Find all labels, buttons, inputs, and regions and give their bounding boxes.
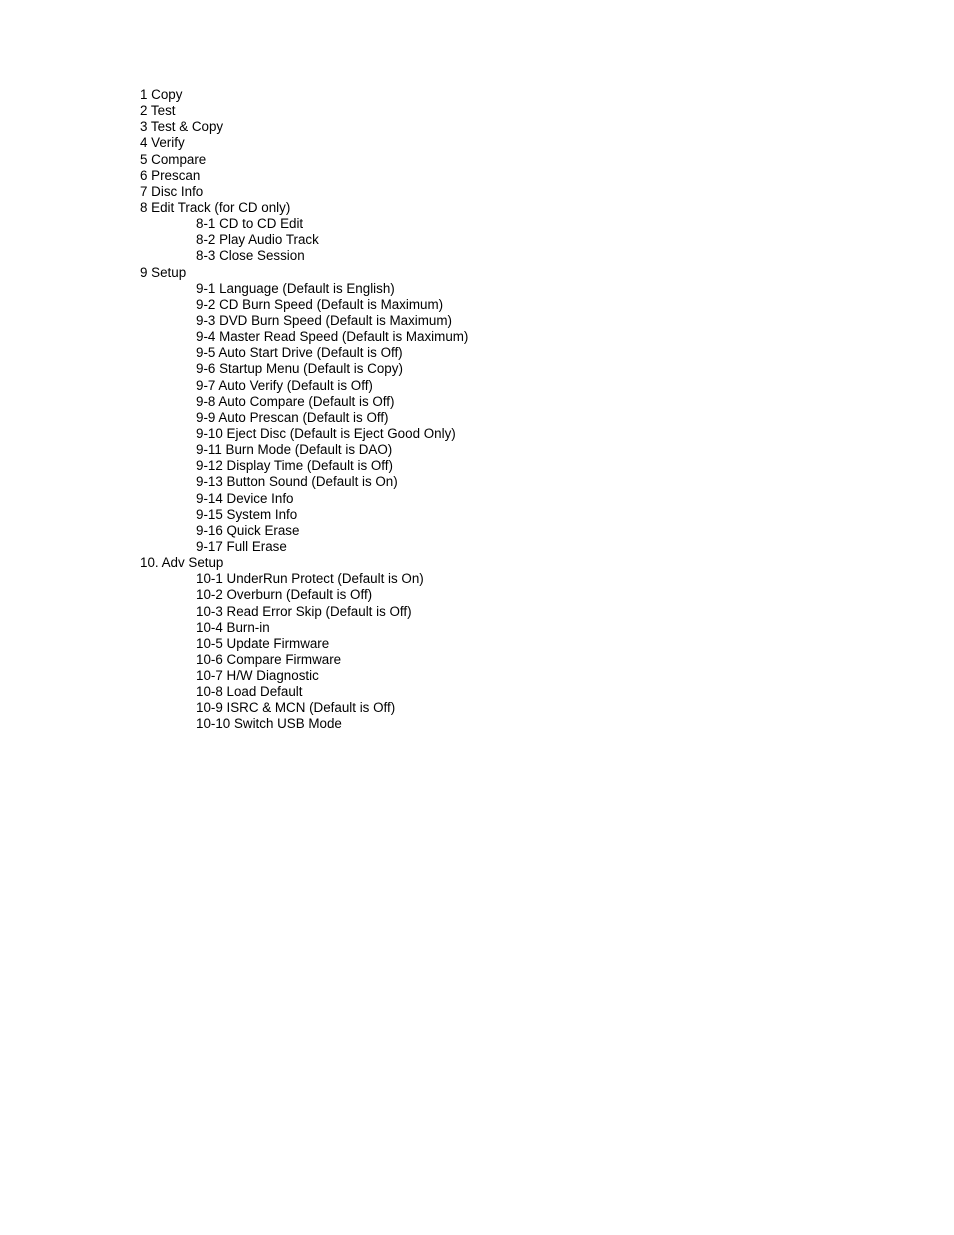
submenu-item: 9-10 Eject Disc (Default is Eject Good O… <box>196 425 456 441</box>
submenu-item: 9-12 Display Time (Default is Off) <box>196 458 393 474</box>
submenu-item: 9-1 Language (Default is English) <box>196 280 395 296</box>
submenu-item: 10-10 Switch USB Mode <box>196 716 342 732</box>
menu-item-adv-setup: 10. Adv Setup <box>140 555 224 571</box>
submenu-item: 9-2 CD Burn Speed (Default is Maximum) <box>196 296 444 312</box>
submenu-item: 9-4 Master Read Speed (Default is Maximu… <box>196 329 469 345</box>
submenu-item: 9-6 Startup Menu (Default is Copy) <box>196 361 403 377</box>
submenu-item: 9-13 Button Sound (Default is On) <box>196 474 398 490</box>
submenu-item: 10-5 Update Firmware <box>196 635 330 651</box>
submenu-item: 8-1 CD to CD Edit <box>196 216 304 232</box>
submenu-item: 9-15 System Info <box>196 506 298 522</box>
submenu-item: 9-16 Quick Erase <box>196 522 300 538</box>
submenu-item: 9-8 Auto Compare (Default is Off) <box>196 393 395 409</box>
submenu-item: 9-7 Auto Verify (Default is Off) <box>196 377 373 393</box>
menu-item-prescan: 6 Prescan <box>140 167 201 183</box>
submenu-item: 9-5 Auto Start Drive (Default is Off) <box>196 345 403 361</box>
menu-item-disc-info: 7 Disc Info <box>140 183 204 199</box>
submenu-item: 10-7 H/W Diagnostic <box>196 668 319 684</box>
submenu-item: 10-9 ISRC & MCN (Default is Off) <box>196 700 396 716</box>
menu-item-verify: 4 Verify <box>140 135 185 151</box>
submenu-item: 9-11 Burn Mode (Default is DAO) <box>196 442 393 458</box>
submenu-item: 10-1 UnderRun Protect (Default is On) <box>196 571 424 587</box>
submenu-item: 9-9 Auto Prescan (Default is Off) <box>196 409 389 425</box>
menu-outline: 1 Copy 2 Test 3 Test & Copy 4 Verify 5 C… <box>140 87 840 733</box>
menu-item-setup: 9 Setup <box>140 264 187 280</box>
menu-item-compare: 5 Compare <box>140 151 207 167</box>
submenu-item: 8-3 Close Session <box>196 248 305 264</box>
submenu-item: 10-4 Burn-in <box>196 619 270 635</box>
menu-item-edit-track: 8 Edit Track (for CD only) <box>140 199 291 215</box>
submenu-item: 8-2 Play Audio Track <box>196 232 319 248</box>
submenu-item: 9-17 Full Erase <box>196 538 287 554</box>
submenu-item: 10-8 Load Default <box>196 684 303 700</box>
menu-item-test-and-copy: 3 Test & Copy <box>140 119 224 135</box>
submenu-item: 10-6 Compare Firmware <box>196 651 342 667</box>
submenu-item: 9-14 Device Info <box>196 490 294 506</box>
submenu-item: 9-3 DVD Burn Speed (Default is Maximum) <box>196 312 452 328</box>
submenu-item: 10-3 Read Error Skip (Default is Off) <box>196 603 412 619</box>
menu-item-copy: 1 Copy <box>140 87 183 102</box>
menu-item-test: 2 Test <box>140 103 176 119</box>
submenu-item: 10-2 Overburn (Default is Off) <box>196 587 373 603</box>
